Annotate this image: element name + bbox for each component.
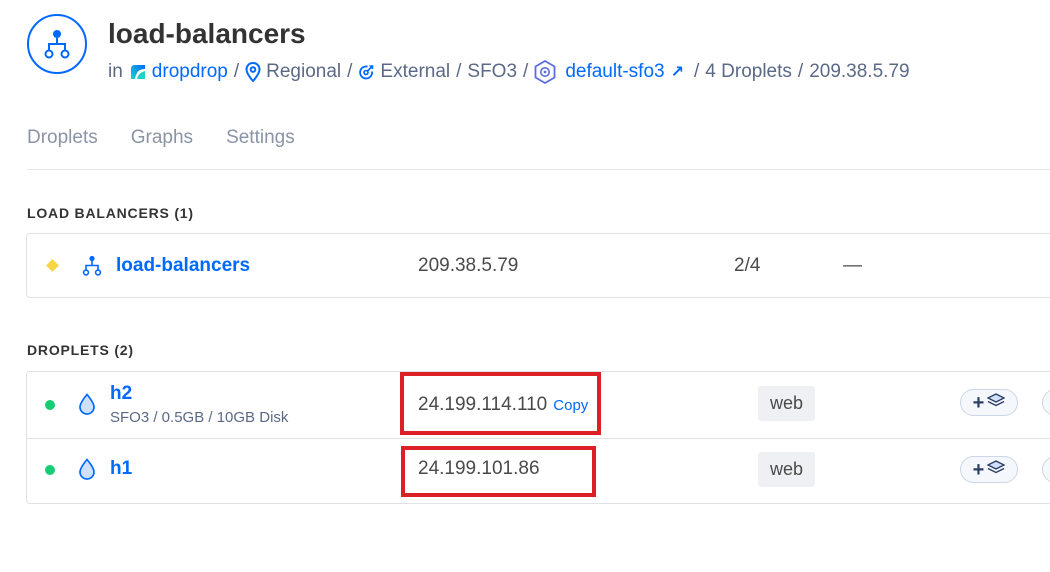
vpc-link[interactable]: default-sfo3	[565, 61, 664, 83]
load-balancer-name-link[interactable]: load-balancers	[116, 255, 250, 277]
status-dot	[45, 465, 55, 475]
add-volume-button[interactable]: +	[960, 456, 1018, 483]
load-balancers-table: load-balancers 209.38.5.79 2/4 —	[26, 233, 1050, 298]
breadcrumb-separator: /	[694, 61, 700, 82]
more-actions-button[interactable]	[1042, 456, 1050, 483]
status-dot	[45, 400, 55, 410]
droplet-ip: 24.199.101.86	[418, 458, 540, 479]
droplets-section-title: DROPLETS (2)	[27, 342, 134, 358]
droplet-tag[interactable]: web	[758, 386, 816, 421]
header-ip: 209.38.5.79	[809, 61, 910, 82]
breadcrumb-separator: /	[347, 61, 353, 82]
region-scope: Regional	[266, 61, 342, 82]
breadcrumb-separator: /	[797, 61, 804, 82]
tabs-divider	[27, 169, 1050, 170]
breadcrumb-separator: /	[456, 61, 462, 82]
droplet-icon	[78, 393, 96, 420]
tab-droplets[interactable]: Droplets	[27, 127, 98, 149]
load-balancer-icon	[27, 14, 87, 74]
volume-icon	[986, 393, 1006, 412]
external-link-icon[interactable]: ↗	[671, 62, 684, 82]
droplet-count: 4 Droplets	[705, 61, 792, 82]
page-title: load-balancers	[108, 18, 306, 49]
droplets-table: h2 SFO3 / 0.5GB / 10GB Disk 24.199.114.1…	[26, 371, 1050, 504]
load-balancers-section-title: LOAD BALANCERS (1)	[27, 205, 194, 221]
table-row[interactable]: h1 24.199.101.86 web +	[27, 439, 1050, 503]
droplet-icon	[78, 458, 96, 485]
location-pin-icon	[245, 62, 261, 82]
droplet-specs: SFO3 / 0.5GB / 10GB Disk	[110, 409, 289, 426]
load-balancer-health: 2/4	[734, 255, 761, 276]
volume-icon	[986, 460, 1006, 479]
status-indicator	[46, 259, 59, 272]
in-label: in	[108, 61, 123, 82]
droplet-ip-value: 24.199.114.110	[418, 394, 548, 415]
project-icon	[129, 63, 147, 81]
droplet-name-link[interactable]: h1	[110, 458, 132, 480]
datacenter: SFO3	[467, 61, 518, 82]
network-type: External	[380, 61, 451, 82]
breadcrumb: in dropdrop / Regional / External / SFO3…	[108, 60, 910, 84]
droplet-tag[interactable]: web	[758, 452, 816, 487]
add-volume-button[interactable]: +	[960, 389, 1018, 416]
load-balancer-icon	[82, 255, 102, 281]
tab-graphs[interactable]: Graphs	[131, 127, 193, 149]
load-balancer-ip: 209.38.5.79	[418, 255, 519, 276]
table-row[interactable]: h2 SFO3 / 0.5GB / 10GB Disk 24.199.114.1…	[27, 372, 1050, 438]
breadcrumb-separator: /	[233, 61, 240, 82]
droplet-name-link[interactable]: h2	[110, 383, 132, 405]
more-actions-button[interactable]	[1042, 389, 1050, 416]
vpc-icon	[534, 60, 556, 84]
tab-bar: Droplets Graphs Settings	[27, 127, 328, 149]
copy-ip-link[interactable]: Copy	[553, 397, 588, 414]
breadcrumb-separator: /	[523, 61, 529, 82]
project-link[interactable]: dropdrop	[152, 61, 228, 83]
external-network-icon	[358, 64, 375, 81]
table-row[interactable]: load-balancers 209.38.5.79 2/4 —	[27, 234, 1050, 297]
tab-settings[interactable]: Settings	[226, 127, 295, 149]
plus-icon: +	[972, 458, 985, 481]
plus-icon: +	[972, 391, 985, 414]
droplet-ip: 24.199.114.110 Copy	[418, 394, 588, 416]
load-balancer-extra: —	[843, 255, 862, 276]
